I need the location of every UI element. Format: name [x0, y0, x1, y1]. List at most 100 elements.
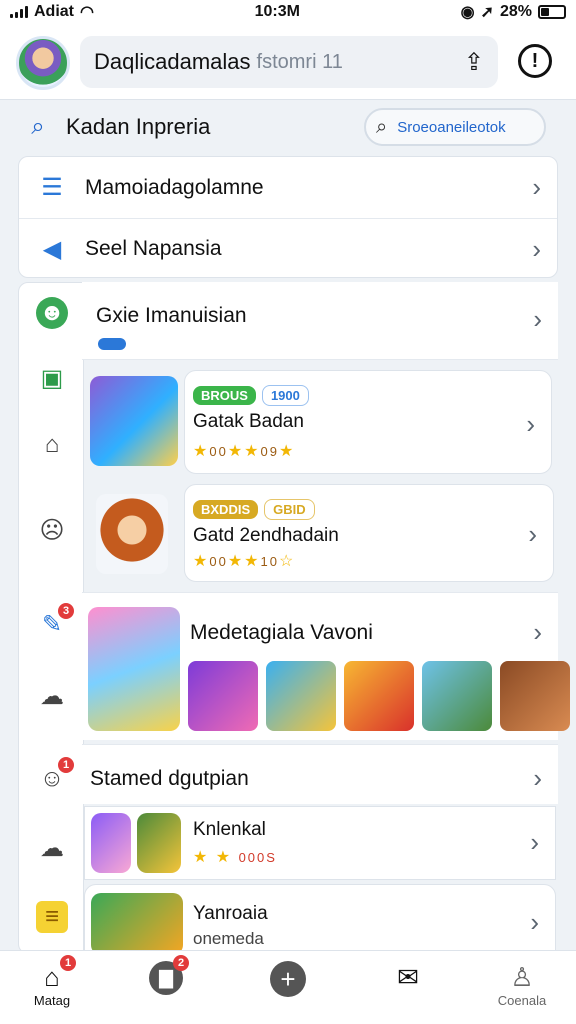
- stamped-section[interactable]: Stamed dgutpian ›: [82, 744, 558, 804]
- game-card-2[interactable]: BXDDIS GBID Gatd 2endhadain ★00★★10☆ ›: [184, 484, 554, 582]
- list-thumbnail: [137, 813, 181, 873]
- search-icon[interactable]: ⌕: [18, 113, 58, 141]
- game-name: Gatd 2endhadain: [193, 525, 339, 546]
- game-tag: BROUS: [193, 386, 256, 405]
- game-card-1[interactable]: BROUS 1900 Gatak Badan ★00★★09★ ›: [184, 370, 552, 474]
- nav-add[interactable]: +: [248, 961, 328, 997]
- game-thumbnail[interactable]: [90, 376, 178, 466]
- chart-icon[interactable]: ▣: [36, 363, 68, 395]
- tag-row: BXDDIS GBID: [193, 499, 315, 520]
- menu-card: ☰ Mamoiadagolamne › ◀ Seel Napansia ›: [18, 156, 558, 278]
- game-controller-icon[interactable]: ☻: [36, 297, 68, 329]
- menu-item-label: Seel Napansia: [85, 237, 222, 260]
- chat-icon[interactable]: ☺ 1: [36, 757, 74, 795]
- title-hint: fstomri 11: [256, 50, 343, 73]
- megaphone-icon: ◀: [42, 235, 62, 263]
- signal-icon: [10, 6, 28, 18]
- search-row: ⌕ Kadan Inpreria ⌕ Sroeoaneileotok: [18, 104, 558, 150]
- section-title: Gxie Imanuisian: [96, 304, 247, 327]
- screenshot[interactable]: [344, 661, 414, 731]
- chevron-right-icon: ›: [532, 172, 541, 202]
- avatar[interactable]: [16, 36, 70, 90]
- section-indicator: [98, 338, 126, 350]
- chevron-right-icon: ›: [532, 233, 541, 264]
- chevron-right-icon: ›: [533, 763, 542, 793]
- battery-icon: [537, 5, 566, 19]
- game-tag: GBID: [264, 499, 315, 520]
- cloud-icon[interactable]: ☁: [36, 833, 68, 865]
- carrier-label: Adiat: [34, 3, 74, 20]
- bottom-nav: ⌂ 1 Matag ▇ 2 + ✉ ♙ Coenala: [0, 950, 576, 1024]
- screenshot[interactable]: [266, 661, 336, 731]
- menu-item-label: Mamoiadagolamne: [85, 175, 264, 199]
- screenshot[interactable]: [500, 661, 570, 731]
- info-icon[interactable]: !: [518, 44, 552, 78]
- featured-title: Medetagiala Vavoni: [190, 621, 373, 644]
- screenshot-strip: [188, 661, 570, 731]
- chevron-right-icon: ›: [533, 304, 542, 334]
- nav-label: Coenala: [497, 993, 547, 1008]
- game-name: Gatak Badan: [193, 411, 304, 432]
- rating-stars: ★ ★ 000S: [193, 849, 277, 866]
- rating-stars: ★00★★09★: [193, 443, 296, 460]
- nav-home[interactable]: ⌂ 1 Matag: [12, 955, 92, 1008]
- nav-profile[interactable]: ♙ Coenala: [482, 961, 562, 1008]
- list-thumbnail: [91, 813, 131, 873]
- stamped-title: Stamed dgutpian: [90, 767, 249, 790]
- inbox-icon: ✉: [397, 962, 419, 992]
- clock: 10:3M: [254, 3, 300, 20]
- plus-icon: +: [270, 961, 306, 997]
- list-item-name: Yanroaia: [193, 903, 268, 924]
- game-tag: BXDDIS: [193, 500, 259, 519]
- list-item[interactable]: Yanroaia onemeda ›: [84, 884, 556, 955]
- edit-icon[interactable]: ✎ 3: [36, 603, 74, 641]
- bag-icon: ▇ 2: [149, 955, 189, 995]
- list-item[interactable]: Knlenkal ★ ★ 000S ›: [84, 806, 556, 880]
- chevron-right-icon: ›: [526, 409, 535, 439]
- menu-item-2[interactable]: ◀ Seel Napansia ›: [19, 218, 557, 279]
- status-bar: Adiat ◠ 10:3M ◉ ➚ 28%: [0, 0, 576, 24]
- game-tag: 1900: [261, 385, 309, 406]
- section-header[interactable]: Gxie Imanuisian ›: [82, 282, 558, 360]
- rotation-lock-icon: ◉: [460, 4, 475, 21]
- nav-bag[interactable]: ▇ 2: [126, 955, 206, 995]
- left-rail: ☻ ▣ ⌂ ☹ ✎ 3 ☁ ☺ 1 ☁ ≡: [18, 282, 84, 954]
- featured-thumbnail[interactable]: [88, 607, 180, 731]
- battery-percent: 28%: [499, 3, 532, 20]
- chevron-right-icon: ›: [530, 907, 539, 937]
- nav-label: Matag: [33, 993, 71, 1008]
- chevron-right-icon: ›: [533, 617, 542, 647]
- list-item-sub: onemeda: [193, 929, 264, 948]
- tag-row: BROUS 1900: [193, 385, 309, 406]
- cloud-icon[interactable]: ☁: [36, 681, 68, 713]
- search-placeholder: Sroeoaneileotok: [397, 118, 506, 136]
- share-icon[interactable]: ⇪: [464, 48, 484, 77]
- list-item-name: Knlenkal: [193, 819, 266, 840]
- face-icon[interactable]: ☹: [36, 515, 68, 547]
- game-thumbnail[interactable]: [96, 494, 168, 574]
- search-label: Kadan Inpreria: [66, 114, 211, 139]
- app-header: Daqlicadamalas fstomri 11 ⇪: [0, 24, 576, 100]
- rating-stars: ★00★★10☆: [193, 553, 296, 570]
- list-icon[interactable]: ≡: [36, 901, 68, 933]
- screenshot[interactable]: [422, 661, 492, 731]
- chevron-right-icon: ›: [528, 519, 537, 549]
- house-icon[interactable]: ⌂: [36, 429, 68, 461]
- search-input-icon: ⌕: [376, 115, 388, 138]
- wifi-icon: ◠: [80, 4, 94, 21]
- notification-badge: 3: [58, 603, 74, 619]
- menu-icon: ☰: [41, 174, 63, 201]
- title-field[interactable]: Daqlicadamalas fstomri 11 ⇪: [80, 36, 498, 88]
- profile-icon: ♙: [510, 962, 534, 992]
- location-icon: ➚: [480, 4, 494, 21]
- search-input[interactable]: ⌕ Sroeoaneileotok: [364, 108, 546, 146]
- featured-section[interactable]: Medetagiala Vavoni ›: [82, 592, 570, 740]
- screenshot[interactable]: [188, 661, 258, 731]
- home-icon: ⌂ 1: [34, 955, 76, 993]
- page-title: Daqlicadamalas: [94, 49, 251, 74]
- nav-inbox[interactable]: ✉: [368, 961, 448, 993]
- chevron-right-icon: ›: [530, 827, 539, 857]
- notification-badge: 1: [58, 757, 74, 773]
- list-thumbnail: [91, 893, 183, 955]
- menu-item-1[interactable]: ☰ Mamoiadagolamne ›: [19, 157, 557, 218]
